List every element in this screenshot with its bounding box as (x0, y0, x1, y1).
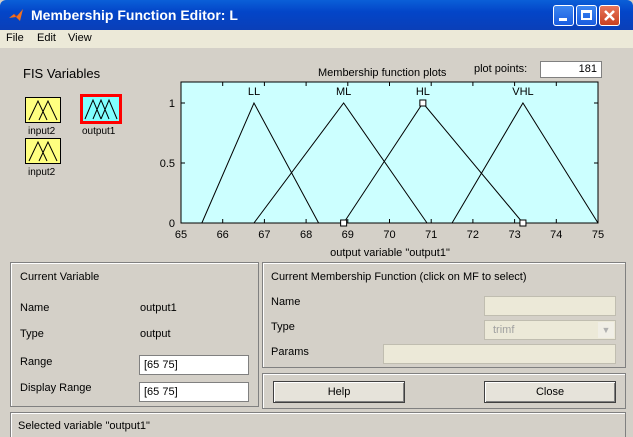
mf-name-input[interactable] (484, 296, 616, 316)
membership-function-plot[interactable]: LL ML HL VHL 65 66 67 68 69 70 71 72 73 74 75 0 0.5 1 ou… (0, 0, 633, 260)
mf-handle[interactable] (519, 219, 527, 227)
x-tick-label: 73 (508, 229, 520, 241)
mf-type-select[interactable]: trimf ▼ (484, 320, 616, 340)
help-button[interactable]: Help (273, 381, 405, 403)
mf-handle[interactable] (419, 99, 427, 107)
x-tick-label: 70 (383, 229, 395, 241)
mf-label-vhl: VHL (512, 86, 533, 98)
x-tick-label: 68 (300, 229, 312, 241)
range-label: Range (20, 356, 53, 368)
chevron-down-icon: ▼ (598, 322, 614, 338)
current-variable-title: Current Variable (20, 271, 100, 283)
mf-params-label: Params (271, 346, 309, 358)
display-range-label: Display Range (20, 382, 92, 394)
mf-label-hl: HL (416, 86, 430, 98)
y-tick-label: 1 (169, 98, 175, 110)
x-tick-label: 74 (550, 229, 562, 241)
current-mf-title: Current Membership Function (click on MF… (271, 271, 527, 283)
status-text: Selected variable "output1" (18, 420, 150, 432)
plot-area[interactable] (180, 81, 599, 224)
mf-type-label: Type (271, 321, 295, 333)
mf-handle[interactable] (340, 219, 348, 227)
name-label: Name (20, 302, 50, 314)
mf-type-value: trimf (493, 324, 515, 336)
display-range-input[interactable]: [65 75] (139, 382, 249, 402)
mf-label-ll: LL (248, 86, 260, 98)
x-tick-label: 65 (175, 229, 187, 241)
type-label: Type (20, 328, 44, 340)
x-tick-label: 67 (258, 229, 270, 241)
mf-params-input[interactable] (383, 344, 616, 364)
y-tick-label: 0.5 (160, 158, 175, 170)
x-tick-label: 66 (217, 229, 229, 241)
x-tick-label: 69 (342, 229, 354, 241)
range-input[interactable]: [65 75] (139, 355, 249, 375)
x-axis-label: output variable "output1" (330, 247, 450, 259)
x-tick-label: 72 (467, 229, 479, 241)
y-tick-label: 0 (169, 218, 175, 230)
name-value: output1 (140, 302, 177, 314)
mf-name-label: Name (271, 296, 301, 308)
x-tick-label: 75 (592, 229, 604, 241)
close-button[interactable]: Close (484, 381, 616, 403)
x-tick-label: 71 (425, 229, 437, 241)
mf-label-ml: ML (336, 86, 351, 98)
type-value: output (140, 328, 171, 340)
